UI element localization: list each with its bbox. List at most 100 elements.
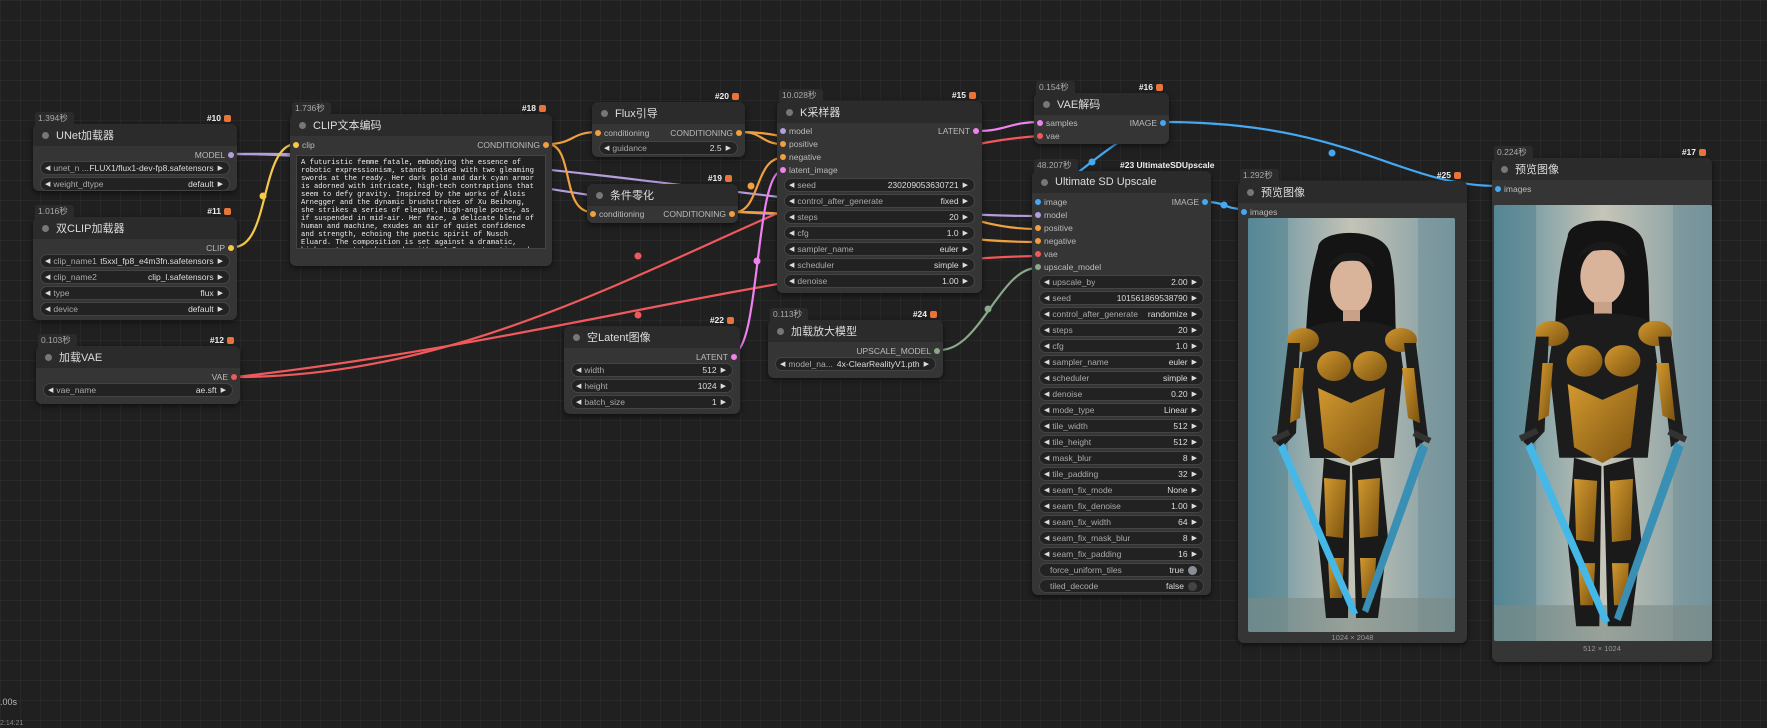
collapse-dot-icon[interactable] xyxy=(299,121,306,129)
widget-scheduler[interactable]: ◀ scheduler simple ▶ xyxy=(784,258,975,272)
slot-dot-icon[interactable] xyxy=(1035,251,1041,257)
node-header[interactable]: 预览图像 xyxy=(1492,158,1712,180)
arrow-right-icon[interactable]: ▶ xyxy=(1192,342,1197,350)
arrow-left-icon[interactable]: ◀ xyxy=(45,273,50,281)
arrow-left-icon[interactable]: ◀ xyxy=(789,245,794,253)
widget-steps[interactable]: ◀ steps 20 ▶ xyxy=(784,210,975,224)
arrow-left-icon[interactable]: ◀ xyxy=(780,360,785,368)
arrow-right-icon[interactable]: ▶ xyxy=(218,273,223,281)
slot-dot-icon[interactable] xyxy=(1035,212,1041,218)
combo-weight-dtype[interactable]: ◀ weight_dtype default ▶ xyxy=(40,177,230,191)
output-slot-conditioning[interactable]: CONDITIONING xyxy=(670,127,745,139)
slot-dot-icon[interactable] xyxy=(1160,120,1166,126)
node-upscale-model-loader[interactable]: 0.113秒 #24 加载放大模型 UPSCALE_MODEL ◀ model_n… xyxy=(768,308,943,378)
arrow-right-icon[interactable]: ▶ xyxy=(1192,470,1197,478)
widget-seam-fix-mode[interactable]: ◀ seam_fix_mode None ▶ xyxy=(1039,483,1204,497)
node-header[interactable]: UNet加载器 xyxy=(33,124,237,146)
widget-tile-padding[interactable]: ◀ tile_padding 32 ▶ xyxy=(1039,467,1204,481)
input-slot-positive[interactable]: positive xyxy=(777,138,982,150)
widget-seam-fix-padding[interactable]: ◀ seam_fix_padding 16 ▶ xyxy=(1039,547,1204,561)
node-header[interactable]: 预览图像 xyxy=(1238,181,1467,203)
arrow-left-icon[interactable]: ◀ xyxy=(789,229,794,237)
arrow-left-icon[interactable]: ◀ xyxy=(1044,518,1049,526)
arrow-left-icon[interactable]: ◀ xyxy=(45,305,50,313)
arrow-right-icon[interactable]: ▶ xyxy=(1192,422,1197,430)
slot-dot-icon[interactable] xyxy=(1035,238,1041,244)
widget-tile-width[interactable]: ◀ tile_width 512 ▶ xyxy=(1039,419,1204,433)
slot-dot-icon[interactable] xyxy=(780,167,786,173)
combo-clip-name2[interactable]: ◀ clip_name2 clip_l.safetensors ▶ xyxy=(40,270,230,284)
arrow-right-icon[interactable]: ▶ xyxy=(218,180,223,188)
toggle-tiled-decode[interactable]: tiled_decode false xyxy=(1039,579,1204,593)
widget-sampler-name[interactable]: ◀ sampler_name euler ▶ xyxy=(784,242,975,256)
input-slot-vae[interactable]: vae xyxy=(1034,130,1169,142)
widget-steps[interactable]: ◀ steps 20 ▶ xyxy=(1039,323,1204,337)
output-slot-image[interactable]: IMAGE xyxy=(1172,196,1211,208)
input-slot-negative[interactable]: negative xyxy=(1032,235,1211,247)
arrow-right-icon[interactable]: ▶ xyxy=(1192,326,1197,334)
arrow-left-icon[interactable]: ◀ xyxy=(1044,470,1049,478)
combo-device[interactable]: ◀ device default ▶ xyxy=(40,302,230,316)
arrow-right-icon[interactable]: ▶ xyxy=(963,181,968,189)
widget-denoise[interactable]: ◀ denoise 0.20 ▶ xyxy=(1039,387,1204,401)
slot-dot-icon[interactable] xyxy=(231,374,237,380)
collapse-dot-icon[interactable] xyxy=(1041,178,1048,186)
slot-dot-icon[interactable] xyxy=(1037,120,1043,126)
arrow-left-icon[interactable]: ◀ xyxy=(604,144,609,152)
slot-dot-icon[interactable] xyxy=(1037,133,1043,139)
arrow-left-icon[interactable]: ◀ xyxy=(1044,534,1049,542)
output-slot-vae[interactable]: VAE xyxy=(36,371,240,383)
input-slot-image[interactable]: image xyxy=(1032,196,1067,208)
arrow-left-icon[interactable]: ◀ xyxy=(45,257,50,265)
slot-dot-icon[interactable] xyxy=(731,354,737,360)
arrow-right-icon[interactable]: ▶ xyxy=(963,229,968,237)
input-slot-clip[interactable]: clip xyxy=(290,139,315,151)
arrow-right-icon[interactable]: ▶ xyxy=(1192,390,1197,398)
slot-dot-icon[interactable] xyxy=(1241,209,1247,215)
arrow-left-icon[interactable]: ◀ xyxy=(48,386,53,394)
arrow-right-icon[interactable]: ▶ xyxy=(1192,534,1197,542)
node-header[interactable]: Flux引导 xyxy=(592,102,745,124)
arrow-left-icon[interactable]: ◀ xyxy=(576,366,581,374)
widget-cfg[interactable]: ◀ cfg 1.0 ▶ xyxy=(1039,339,1204,353)
arrow-left-icon[interactable]: ◀ xyxy=(789,197,794,205)
slot-dot-icon[interactable] xyxy=(1495,186,1501,192)
arrow-left-icon[interactable]: ◀ xyxy=(1044,326,1049,334)
slot-dot-icon[interactable] xyxy=(228,152,234,158)
input-slot-positive[interactable]: positive xyxy=(1032,222,1211,234)
arrow-left-icon[interactable]: ◀ xyxy=(45,164,50,172)
arrow-right-icon[interactable]: ▶ xyxy=(963,261,968,269)
widget-seam-fix-mask-blur[interactable]: ◀ seam_fix_mask_blur 8 ▶ xyxy=(1039,531,1204,545)
collapse-dot-icon[interactable] xyxy=(777,327,784,335)
node-header[interactable]: 加载VAE xyxy=(36,346,240,368)
arrow-right-icon[interactable]: ▶ xyxy=(218,257,223,265)
combo-type[interactable]: ◀ type flux ▶ xyxy=(40,286,230,300)
output-slot-latent[interactable]: LATENT xyxy=(564,351,740,363)
collapse-dot-icon[interactable] xyxy=(45,353,52,361)
output-slot-model[interactable]: MODEL xyxy=(33,149,237,161)
slot-dot-icon[interactable] xyxy=(973,128,979,134)
arrow-right-icon[interactable]: ▶ xyxy=(1192,310,1197,318)
collapse-dot-icon[interactable] xyxy=(573,333,580,341)
arrow-right-icon[interactable]: ▶ xyxy=(1192,358,1197,366)
arrow-left-icon[interactable]: ◀ xyxy=(576,398,581,406)
number-guidance[interactable]: ◀ guidance 2.5 ▶ xyxy=(599,141,738,155)
arrow-left-icon[interactable]: ◀ xyxy=(1044,502,1049,510)
widget-seam-fix-denoise[interactable]: ◀ seam_fix_denoise 1.00 ▶ xyxy=(1039,499,1204,513)
arrow-left-icon[interactable]: ◀ xyxy=(1044,294,1049,302)
slot-dot-icon[interactable] xyxy=(590,211,596,217)
arrow-left-icon[interactable]: ◀ xyxy=(1044,374,1049,382)
widget-denoise[interactable]: ◀ denoise 1.00 ▶ xyxy=(784,274,975,288)
arrow-right-icon[interactable]: ▶ xyxy=(963,245,968,253)
arrow-right-icon[interactable]: ▶ xyxy=(1192,294,1197,302)
slot-dot-icon[interactable] xyxy=(1202,199,1208,205)
arrow-left-icon[interactable]: ◀ xyxy=(1044,278,1049,286)
input-slot-vae[interactable]: vae xyxy=(1032,248,1211,260)
input-slot-conditioning[interactable]: conditioning xyxy=(592,127,649,139)
widget-batch-size[interactable]: ◀ batch_size 1 ▶ xyxy=(571,395,733,409)
arrow-right-icon[interactable]: ▶ xyxy=(1192,278,1197,286)
node-header[interactable]: VAE解码 xyxy=(1034,93,1169,115)
arrow-right-icon[interactable]: ▶ xyxy=(221,386,226,394)
slot-dot-icon[interactable] xyxy=(293,142,299,148)
widget-upscale-by[interactable]: ◀ upscale_by 2.00 ▶ xyxy=(1039,275,1204,289)
